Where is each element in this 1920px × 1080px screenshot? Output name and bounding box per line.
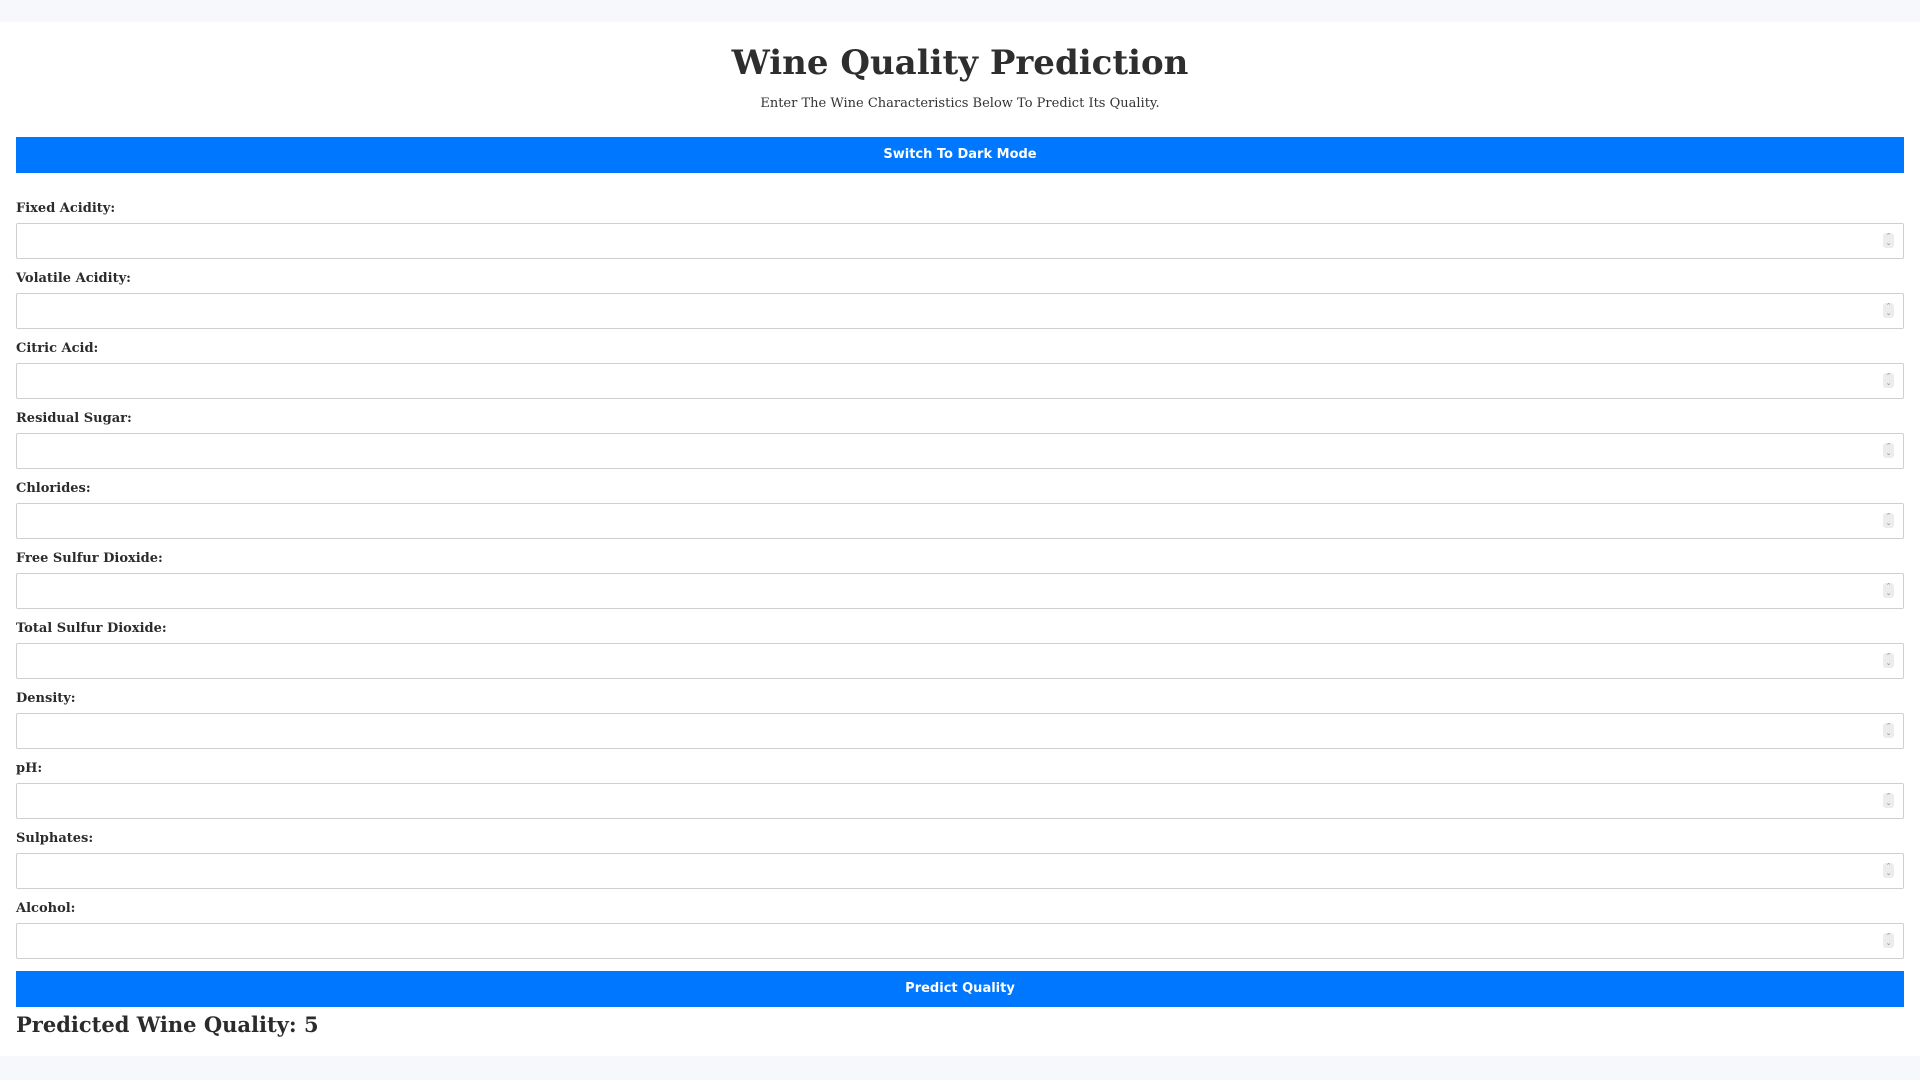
volatile-acidity-input-wrap: ⌃ ⌄ bbox=[16, 293, 1904, 329]
free-sulfur-dioxide-input-wrap: ⌃ ⌄ bbox=[16, 573, 1904, 609]
spinner-icon[interactable]: ⌃ ⌄ bbox=[1883, 653, 1894, 668]
predict-quality-button[interactable]: Predict Quality bbox=[16, 971, 1904, 1007]
prediction-result: Predicted Wine Quality: 5 bbox=[16, 1012, 319, 1037]
alcohol-input[interactable] bbox=[16, 923, 1904, 959]
sulphates-label: Sulphates: bbox=[16, 831, 94, 846]
field-total-sulfur-dioxide: Total Sulfur Dioxide: ⌃ ⌄ bbox=[16, 621, 1904, 691]
volatile-acidity-input[interactable] bbox=[16, 293, 1904, 329]
citric-acid-input-wrap: ⌃ ⌄ bbox=[16, 363, 1904, 399]
field-volatile-acidity: Volatile Acidity: ⌃ ⌄ bbox=[16, 271, 1904, 341]
page-title: Wine Quality Prediction bbox=[731, 43, 1189, 83]
spinner-icon[interactable]: ⌃ ⌄ bbox=[1883, 303, 1894, 318]
alcohol-input-wrap: ⌃ ⌄ bbox=[16, 923, 1904, 959]
residual-sugar-input[interactable] bbox=[16, 433, 1904, 469]
field-residual-sugar: Residual Sugar: ⌃ ⌄ bbox=[16, 411, 1904, 481]
page-subtitle: Enter The Wine Characteristics Below To … bbox=[760, 96, 1160, 111]
fixed-acidity-input[interactable] bbox=[16, 223, 1904, 259]
sulphates-input[interactable] bbox=[16, 853, 1904, 889]
residual-sugar-input-wrap: ⌃ ⌄ bbox=[16, 433, 1904, 469]
field-citric-acid: Citric Acid: ⌃ ⌄ bbox=[16, 341, 1904, 411]
ph-input-wrap: ⌃ ⌄ bbox=[16, 783, 1904, 819]
total-sulfur-dioxide-input-wrap: ⌃ ⌄ bbox=[16, 643, 1904, 679]
chlorides-label: Chlorides: bbox=[16, 481, 91, 496]
sulphates-input-wrap: ⌃ ⌄ bbox=[16, 853, 1904, 889]
fixed-acidity-label: Fixed Acidity: bbox=[16, 201, 116, 216]
field-ph: pH: ⌃ ⌄ bbox=[16, 761, 1904, 831]
alcohol-label: Alcohol: bbox=[16, 901, 76, 916]
spinner-icon[interactable]: ⌃ ⌄ bbox=[1883, 723, 1894, 738]
chlorides-input[interactable] bbox=[16, 503, 1904, 539]
ph-input[interactable] bbox=[16, 783, 1904, 819]
spinner-icon[interactable]: ⌃ ⌄ bbox=[1883, 233, 1894, 248]
total-sulfur-dioxide-input[interactable] bbox=[16, 643, 1904, 679]
spinner-icon[interactable]: ⌃ ⌄ bbox=[1883, 933, 1894, 948]
density-input-wrap: ⌃ ⌄ bbox=[16, 713, 1904, 749]
main-container: Wine Quality Prediction Enter The Wine C… bbox=[16, 22, 1904, 1040]
spinner-icon[interactable]: ⌃ ⌄ bbox=[1883, 513, 1894, 528]
page-card: Wine Quality Prediction Enter The Wine C… bbox=[0, 22, 1920, 1056]
field-density: Density: ⌃ ⌄ bbox=[16, 691, 1904, 761]
total-sulfur-dioxide-label: Total Sulfur Dioxide: bbox=[16, 621, 167, 636]
spinner-icon[interactable]: ⌃ ⌄ bbox=[1883, 863, 1894, 878]
spinner-icon[interactable]: ⌃ ⌄ bbox=[1883, 443, 1894, 458]
dark-mode-toggle-button[interactable]: Switch To Dark Mode bbox=[16, 137, 1904, 173]
density-label: Density: bbox=[16, 691, 76, 706]
ph-label: pH: bbox=[16, 761, 43, 776]
volatile-acidity-label: Volatile Acidity: bbox=[16, 271, 131, 286]
field-free-sulfur-dioxide: Free Sulfur Dioxide: ⌃ ⌄ bbox=[16, 551, 1904, 621]
citric-acid-input[interactable] bbox=[16, 363, 1904, 399]
citric-acid-label: Citric Acid: bbox=[16, 341, 99, 356]
residual-sugar-label: Residual Sugar: bbox=[16, 411, 132, 426]
free-sulfur-dioxide-input[interactable] bbox=[16, 573, 1904, 609]
field-alcohol: Alcohol: ⌃ ⌄ bbox=[16, 901, 1904, 971]
field-fixed-acidity: Fixed Acidity: ⌃ ⌄ bbox=[16, 201, 1904, 271]
spinner-icon[interactable]: ⌃ ⌄ bbox=[1883, 583, 1894, 598]
wine-form: Fixed Acidity: ⌃ ⌄ Volatile Acidity: ⌃ ⌄ C… bbox=[16, 201, 1904, 1007]
spinner-icon[interactable]: ⌃ ⌄ bbox=[1883, 793, 1894, 808]
free-sulfur-dioxide-label: Free Sulfur Dioxide: bbox=[16, 551, 163, 566]
field-sulphates: Sulphates: ⌃ ⌄ bbox=[16, 831, 1904, 901]
chlorides-input-wrap: ⌃ ⌄ bbox=[16, 503, 1904, 539]
spinner-icon[interactable]: ⌃ ⌄ bbox=[1883, 373, 1894, 388]
field-chlorides: Chlorides: ⌃ ⌄ bbox=[16, 481, 1904, 551]
density-input[interactable] bbox=[16, 713, 1904, 749]
fixed-acidity-input-wrap: ⌃ ⌄ bbox=[16, 223, 1904, 259]
